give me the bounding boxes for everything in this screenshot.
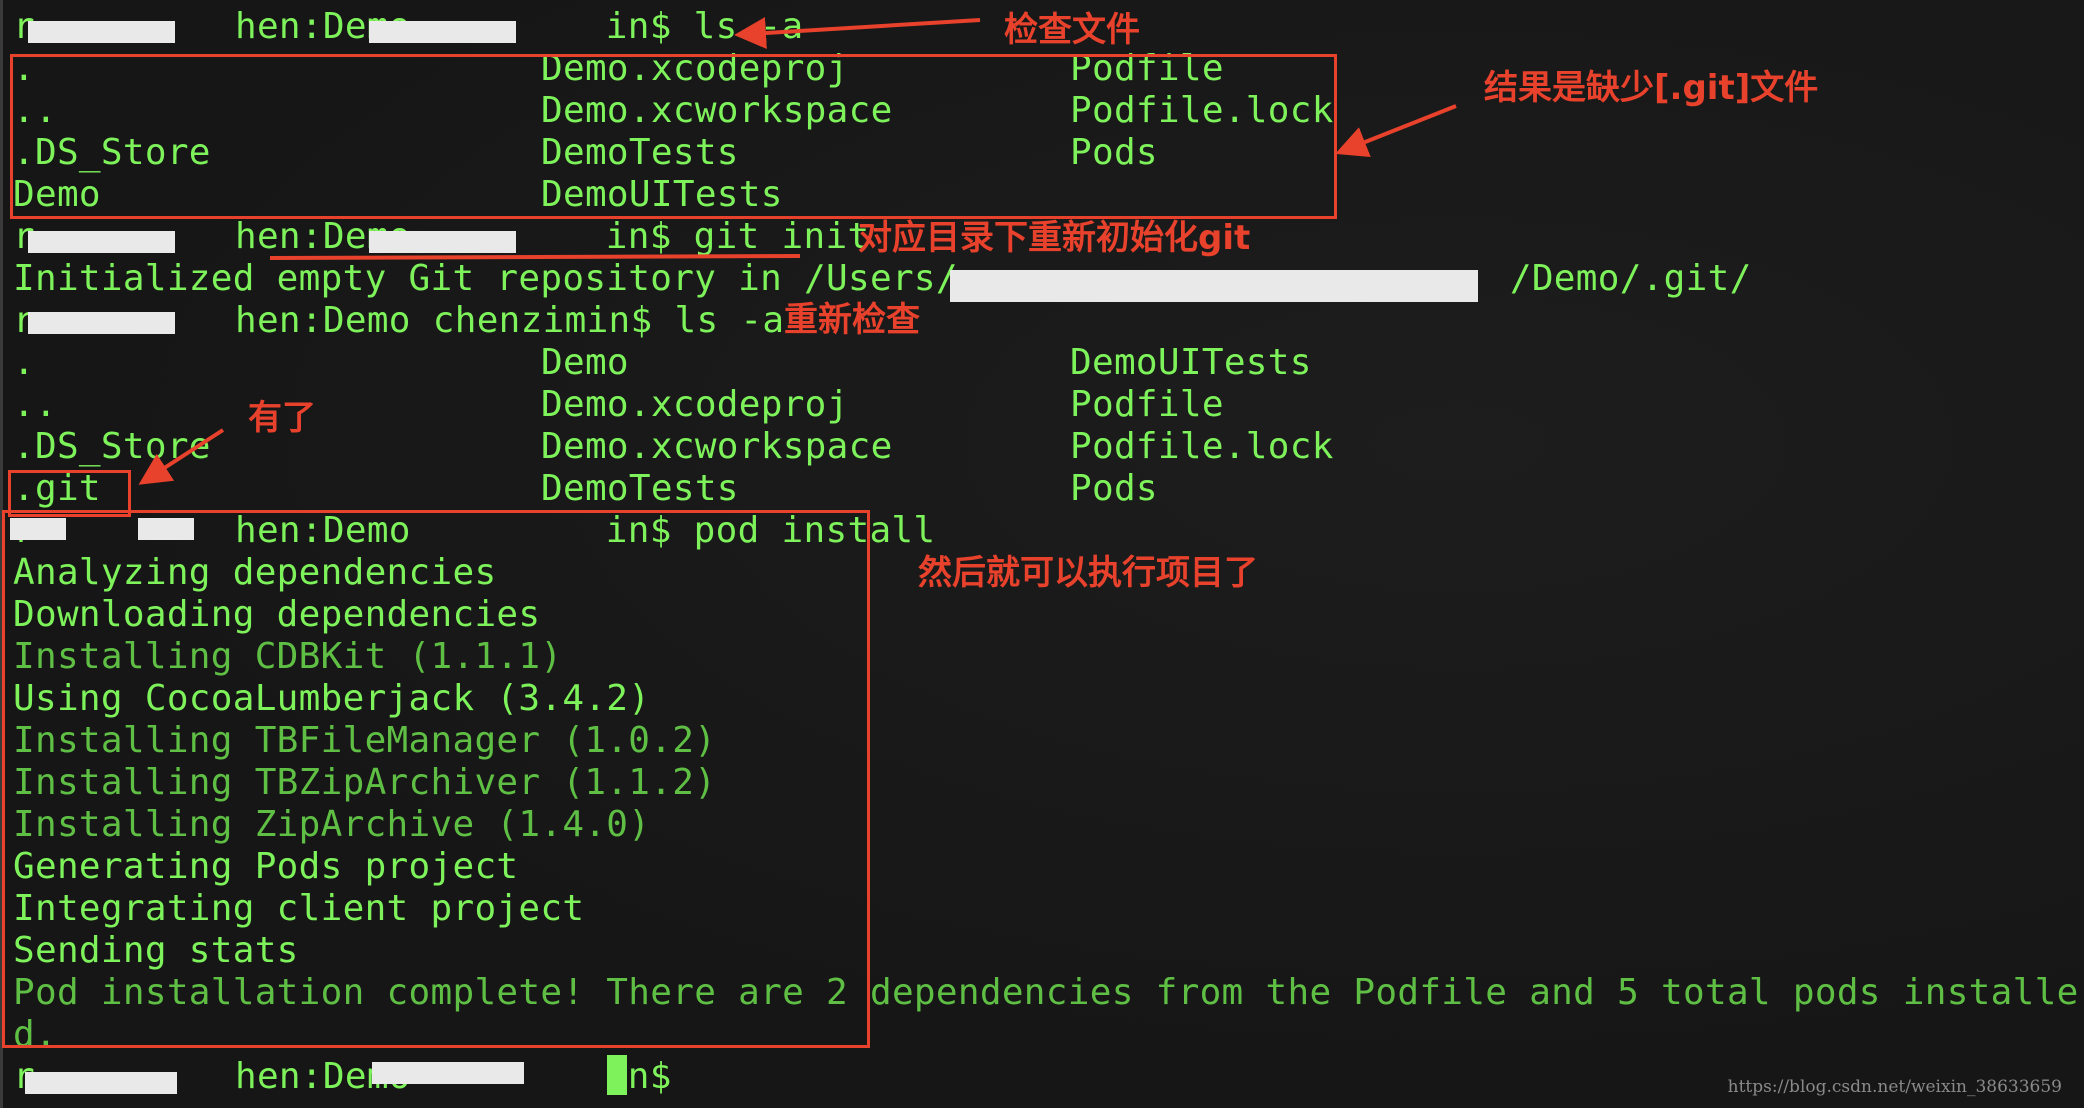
watermark: https://blog.csdn.net/weixin_38633659 bbox=[1727, 1077, 2062, 1097]
arrow-icon bbox=[138, 428, 225, 485]
arrow-icon bbox=[1335, 104, 1457, 157]
arrow-icon bbox=[734, 17, 981, 49]
annotation-arrows bbox=[138, 17, 1457, 485]
underline bbox=[269, 254, 801, 260]
